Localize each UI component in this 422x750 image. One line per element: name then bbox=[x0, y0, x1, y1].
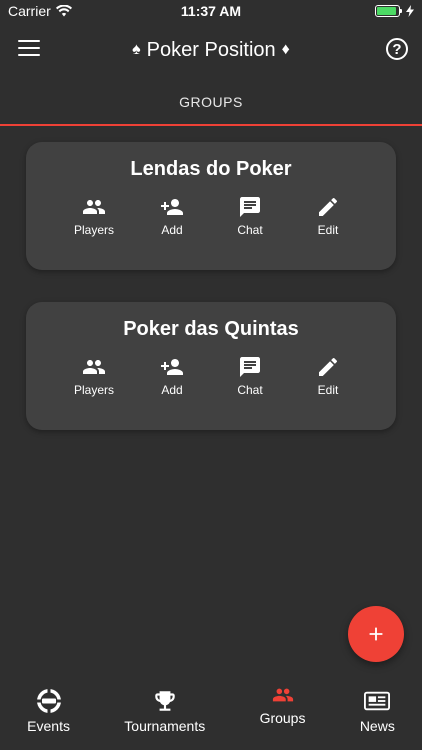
poker-chip-icon bbox=[36, 689, 61, 713]
person-add-icon bbox=[161, 199, 183, 215]
players-button[interactable]: Players bbox=[55, 195, 133, 237]
people-icon bbox=[83, 200, 105, 214]
trophy-icon bbox=[155, 691, 175, 711]
menu-icon-line bbox=[18, 54, 40, 56]
chat-label: Chat bbox=[237, 383, 263, 397]
group-name: Poker das Quintas bbox=[123, 318, 299, 340]
pencil-icon bbox=[319, 197, 338, 216]
status-bar: Carrier 11:37 AM bbox=[0, 0, 422, 22]
players-button[interactable]: Players bbox=[55, 355, 133, 397]
menu-icon bbox=[18, 40, 40, 42]
status-right bbox=[375, 5, 414, 17]
charging-icon bbox=[406, 5, 414, 17]
plus-icon bbox=[369, 627, 383, 641]
menu-icon-line bbox=[18, 47, 40, 49]
group-name: Lendas do Poker bbox=[130, 158, 292, 180]
add-label: Add bbox=[161, 223, 183, 237]
pencil-icon bbox=[319, 357, 338, 376]
tab-bar: GROUPS bbox=[0, 78, 422, 126]
nav-tournaments-label: Tournaments bbox=[124, 718, 206, 734]
help-button[interactable]: ? bbox=[386, 38, 408, 60]
group-card[interactable]: Poker das Quintas Players Add Chat Edit bbox=[26, 302, 396, 430]
edit-label: Edit bbox=[317, 223, 339, 237]
help-icon: ? bbox=[392, 40, 402, 58]
chat-button[interactable]: Chat bbox=[211, 355, 289, 397]
nav-groups-label: Groups bbox=[259, 710, 306, 726]
tab-indicator bbox=[0, 124, 422, 126]
nav-groups[interactable]: Groups bbox=[259, 680, 306, 726]
add-group-fab[interactable] bbox=[348, 606, 404, 662]
add-button[interactable]: Add bbox=[133, 195, 211, 237]
people-icon bbox=[272, 688, 293, 702]
person-add-icon bbox=[161, 359, 183, 375]
edit-button[interactable]: Edit bbox=[289, 355, 367, 397]
edit-button[interactable]: Edit bbox=[289, 195, 367, 237]
app-title: ♠ Poker Position ♦ bbox=[132, 39, 290, 62]
chat-label: Chat bbox=[237, 223, 263, 237]
nav-tournaments[interactable]: Tournaments bbox=[124, 680, 205, 734]
add-label: Add bbox=[161, 383, 183, 397]
diamond-icon: ♦ bbox=[281, 41, 290, 58]
nav-events-label: Events bbox=[27, 718, 70, 734]
status-left: Carrier bbox=[8, 3, 72, 19]
add-button[interactable]: Add bbox=[133, 355, 211, 397]
group-card[interactable]: Lendas do Poker Players Add Chat Edit bbox=[26, 142, 396, 270]
nav-news[interactable]: News bbox=[360, 680, 395, 734]
chat-icon bbox=[240, 357, 260, 377]
battery-fill bbox=[377, 7, 396, 15]
app-title-text: Poker Position bbox=[146, 38, 276, 61]
people-icon bbox=[83, 360, 105, 374]
wifi-icon bbox=[55, 5, 72, 17]
spade-icon: ♠ bbox=[132, 41, 141, 58]
chat-button[interactable]: Chat bbox=[211, 195, 289, 237]
nav-events[interactable]: Events bbox=[27, 680, 70, 734]
bottom-nav: Events Tournaments Groups News bbox=[0, 680, 422, 750]
carrier-label: Carrier bbox=[8, 3, 51, 19]
group-actions: Players Add Chat Edit bbox=[26, 195, 396, 237]
players-label: Players bbox=[73, 223, 114, 237]
newspaper-icon bbox=[364, 691, 391, 711]
menu-button[interactable] bbox=[18, 40, 40, 58]
nav-news-label: News bbox=[359, 718, 395, 734]
battery-icon bbox=[375, 5, 402, 17]
chat-icon bbox=[240, 197, 260, 217]
app-header: ♠ Poker Position ♦ ? bbox=[0, 22, 422, 78]
group-actions: Players Add Chat Edit bbox=[26, 355, 396, 397]
tab-groups[interactable]: GROUPS bbox=[179, 94, 243, 110]
players-label: Players bbox=[73, 383, 114, 397]
edit-label: Edit bbox=[317, 383, 339, 397]
